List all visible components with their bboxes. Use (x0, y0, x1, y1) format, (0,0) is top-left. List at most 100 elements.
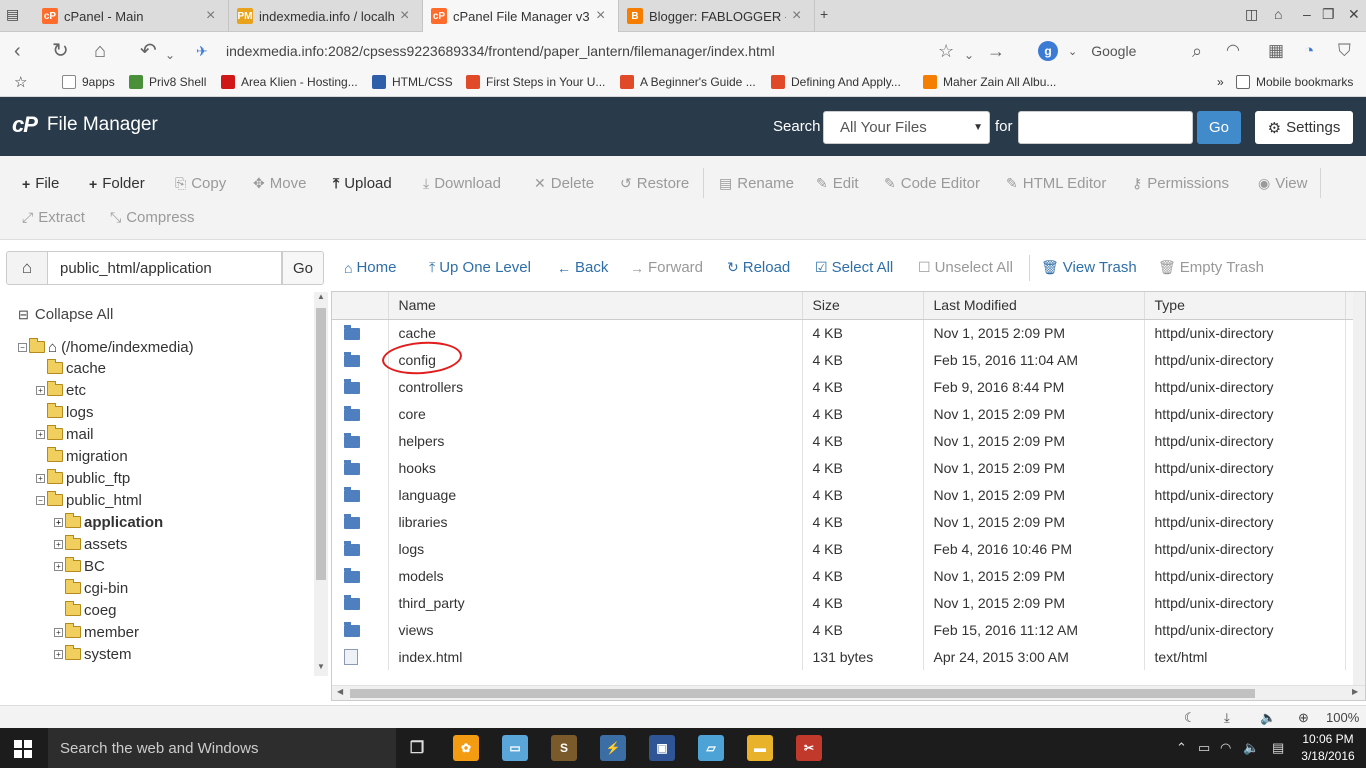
table-row[interactable]: config 4 KB Feb 15, 2016 11:04 AM httpd/uni… (332, 346, 1365, 373)
tree-node-mail[interactable]: + mail (36, 424, 94, 444)
column-header-last-modified[interactable]: Last Modified (923, 292, 1145, 320)
path-go-button[interactable]: Go (282, 251, 324, 285)
wifi-icon[interactable]: ◠ (1220, 740, 1231, 756)
nav-unselect-all-button[interactable]: ☐ Unselect All (918, 259, 1013, 276)
undo-icon[interactable]: ↶ (140, 40, 157, 62)
computer-icon[interactable]: ▣ (649, 735, 675, 761)
skin-icon[interactable]: ⌂ (1274, 6, 1282, 22)
apps-grid-icon[interactable]: ▦ (1268, 40, 1284, 62)
toolbar-folder-button[interactable]: + Folder (89, 175, 145, 192)
expand-toggle-icon[interactable]: + (54, 561, 63, 571)
table-row[interactable]: third_party 4 KB Nov 1, 2015 2:09 PM httpd/… (332, 589, 1365, 616)
expand-toggle-icon[interactable]: + (36, 473, 45, 483)
notepad-icon[interactable]: ▱ (698, 735, 724, 761)
shield-icon[interactable]: ⛉ (1338, 40, 1351, 62)
table-row[interactable]: language 4 KB Nov 1, 2015 2:09 PM httpd/uni… (332, 481, 1365, 508)
browser-tab-1[interactable]: cP cPanel - Main × (34, 0, 229, 32)
battery-icon[interactable]: ▭ (1198, 740, 1210, 756)
settings-button[interactable]: ⚙ Settings (1255, 111, 1353, 144)
uc-browser-icon[interactable]: ✿ (453, 735, 479, 761)
tree-node-system[interactable]: + system (54, 644, 132, 664)
app-icon[interactable]: ✂ (796, 735, 822, 761)
table-row[interactable]: logs 4 KB Feb 4, 2016 10:46 PM httpd/unix-d… (332, 535, 1365, 562)
toolbar-view-button[interactable]: ◉ View (1258, 175, 1307, 192)
close-icon[interactable]: × (400, 7, 414, 25)
collapse-toggle-icon[interactable]: − (18, 342, 27, 352)
tree-node-logs[interactable]: logs (36, 402, 94, 422)
nav-reload-button[interactable]: ↻ Reload (727, 259, 790, 276)
tree-node-member[interactable]: + member (54, 622, 139, 642)
toolbar-upload-button[interactable]: ⤒ Upload (333, 175, 392, 192)
bookmark-maher-zain-all-albu[interactable]: Maher Zain All Albu... (923, 75, 1056, 89)
url-bar[interactable]: ✈ indexmedia.info:2082/cpsess9223689334/… (196, 38, 926, 64)
toolbar-file-button[interactable]: + File (22, 175, 59, 192)
horizontal-scrollbar-thumb[interactable] (350, 689, 1255, 698)
close-icon[interactable]: × (206, 7, 220, 25)
night-mode-icon[interactable]: ☾ (1184, 710, 1196, 726)
tree-node-assets[interactable]: + assets (54, 534, 127, 554)
close-window-icon[interactable]: ✕ (1348, 6, 1360, 23)
expand-toggle-icon[interactable]: + (54, 649, 63, 659)
chevron-down-icon[interactable]: ⌄ (964, 44, 974, 66)
table-row[interactable]: controllers 4 KB Feb 9, 2016 8:44 PM httpd/… (332, 373, 1365, 400)
search-input[interactable] (1018, 111, 1193, 144)
more-bookmarks-icon[interactable]: » (1217, 75, 1224, 89)
download-icon[interactable]: ⤓ (1224, 710, 1230, 726)
tree-node-cgi-bin[interactable]: cgi-bin (54, 578, 128, 598)
bookmark-priv8-shell[interactable]: Priv8 Shell (129, 75, 206, 89)
tree-scrollbar-thumb[interactable] (316, 308, 326, 580)
expand-toggle-icon[interactable]: + (54, 627, 63, 637)
network-icon[interactable]: ⚡ (600, 735, 626, 761)
chevron-down-icon[interactable]: ⌄ (165, 44, 175, 66)
collapse-all-button[interactable]: ⊟ Collapse All (18, 306, 113, 323)
notifications-icon[interactable]: ▤ (1272, 740, 1284, 756)
nav-home-button[interactable]: ⌂ Home (344, 259, 396, 276)
path-input[interactable] (48, 251, 282, 285)
column-header-type[interactable]: Type (1144, 292, 1346, 320)
zoom-level[interactable]: 100% (1326, 710, 1359, 725)
scroll-left-icon[interactable]: ◀ (337, 687, 343, 696)
new-tab-icon[interactable]: + (820, 6, 828, 22)
tree-node-bc[interactable]: + BC (54, 556, 105, 576)
nav-back-button[interactable]: ← Back (557, 259, 608, 276)
expand-toggle-icon[interactable]: + (54, 517, 63, 527)
bookmark-defining-and-apply[interactable]: Defining And Apply... (771, 75, 901, 89)
toolbar-copy-button[interactable]: ⎘ Copy (175, 175, 226, 192)
scroll-up-icon[interactable]: ▲ (317, 292, 325, 301)
volume-icon[interactable]: 🔈 (1243, 740, 1259, 756)
taskbar-clock[interactable]: 10:06 PM 3/18/2016 (1298, 731, 1358, 765)
mobile-bookmarks[interactable]: Mobile bookmarks (1236, 75, 1353, 89)
maximize-icon[interactable]: ❐ (1322, 6, 1335, 23)
close-icon[interactable]: × (596, 7, 610, 25)
home-icon[interactable]: ⌂ (94, 40, 106, 62)
back-arrow-icon[interactable]: ‹ (14, 40, 21, 62)
toolbar-permissions-button[interactable]: ⚷ Permissions (1132, 175, 1229, 192)
volume-icon[interactable]: 🔈 (1260, 710, 1276, 726)
reload-icon[interactable]: ↻ (52, 40, 69, 62)
bookmark-first-steps-in-your-u[interactable]: First Steps in Your U... (466, 75, 605, 89)
column-header-size[interactable]: Size (802, 292, 924, 320)
search-icon[interactable]: ⌕ (1192, 40, 1202, 62)
taskbar-search-box[interactable]: Search the web and Windows (48, 728, 396, 768)
table-row[interactable]: libraries 4 KB Nov 1, 2015 2:09 PM httpd/un… (332, 508, 1365, 535)
toolbar-edit-button[interactable]: ✎ Edit (816, 175, 859, 192)
table-row[interactable]: helpers 4 KB Nov 1, 2015 2:09 PM httpd/unix… (332, 427, 1365, 454)
toolbar-compress-button[interactable]: ⤡ Compress (110, 209, 195, 226)
file-list-horizontal-scrollbar[interactable]: ◀ ▶ (332, 685, 1365, 700)
file-list-vertical-scrollbar[interactable] (1353, 292, 1365, 685)
bookmark-star-icon[interactable]: ☆ (14, 73, 27, 91)
tree-root[interactable]: − ⌂ (/home/indexmedia) (18, 337, 194, 357)
cpanel-logo[interactable]: cP File Manager (12, 112, 158, 138)
tree-node-public-ftp[interactable]: + public_ftp (36, 468, 130, 488)
toolbar-download-button[interactable]: ⤓ Download (423, 175, 501, 192)
table-row[interactable]: core 4 KB Nov 1, 2015 2:09 PM httpd/unix-di… (332, 400, 1365, 427)
expand-toggle-icon[interactable]: + (54, 539, 63, 549)
tree-node-coeg[interactable]: coeg (54, 600, 117, 620)
star-icon[interactable]: ☆ (938, 40, 954, 62)
toolbar-html-editor-button[interactable]: ✎ HTML Editor (1006, 175, 1106, 192)
file-explorer-icon[interactable]: ▭ (502, 735, 528, 761)
toolbar-rename-button[interactable]: ▤ Rename (719, 175, 794, 192)
toolbar-delete-button[interactable]: ✕ Delete (534, 175, 594, 192)
toolbar-code-editor-button[interactable]: ✎ Code Editor (884, 175, 980, 192)
toolbar-move-button[interactable]: ✥ Move (253, 175, 306, 192)
